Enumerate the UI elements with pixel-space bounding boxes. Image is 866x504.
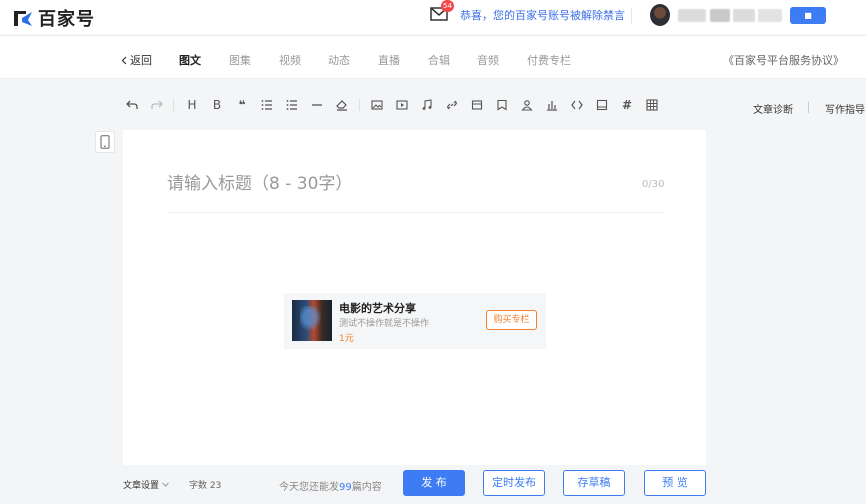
avatar[interactable] xyxy=(650,4,670,26)
image-icon[interactable] xyxy=(369,96,385,114)
link-icon[interactable] xyxy=(444,96,460,114)
phone-icon xyxy=(100,135,110,149)
tab-audio[interactable]: 音频 xyxy=(477,52,499,68)
chevron-left-icon xyxy=(121,56,127,64)
remaining-number: 99 xyxy=(339,482,352,493)
user-menu-button[interactable]: ■ xyxy=(790,7,826,24)
tab-moments[interactable]: 动态 xyxy=(328,52,350,68)
toolbar-divider xyxy=(359,99,360,111)
redo-icon[interactable] xyxy=(149,96,165,114)
column-poster-image xyxy=(292,300,332,341)
blurred-username xyxy=(758,9,782,22)
buy-column-button[interactable]: 购买专栏 xyxy=(486,310,537,330)
code-icon[interactable] xyxy=(569,96,585,114)
remaining-suffix: 篇内容 xyxy=(351,482,382,493)
chart-icon[interactable] xyxy=(544,96,560,114)
article-settings-label: 文章设置 xyxy=(123,481,160,491)
ordered-list-icon[interactable] xyxy=(259,96,275,114)
heading-icon[interactable]: H xyxy=(184,96,200,114)
logo[interactable]: 百家号 xyxy=(12,5,95,31)
paid-column-card[interactable]: 电影的艺术分享 测试不操作就是不操作 1元 购买专栏 xyxy=(284,293,546,349)
divider xyxy=(631,8,632,24)
remaining-prefix: 今天您还能发 xyxy=(279,482,339,493)
logo-text: 百家号 xyxy=(38,9,95,30)
remaining-posts: 今天您还能发99篇内容 xyxy=(279,478,382,493)
title-divider xyxy=(167,212,663,213)
preview-button[interactable]: 预 览 xyxy=(644,470,706,496)
chevron-down-icon xyxy=(162,482,169,487)
tab-live[interactable]: 直播 xyxy=(378,52,400,68)
column-price: 1元 xyxy=(339,334,354,344)
baijiahao-logo-icon xyxy=(14,11,32,26)
schedule-publish-button[interactable]: 定时发布 xyxy=(483,470,545,496)
tab-collection[interactable]: 合辑 xyxy=(428,52,450,68)
title-count: 0/30 xyxy=(642,179,665,190)
column-description: 测试不操作就是不操作 xyxy=(339,319,430,329)
music-icon[interactable] xyxy=(419,96,435,114)
undo-icon[interactable] xyxy=(124,96,140,114)
bullet-list-icon[interactable] xyxy=(284,96,300,114)
back-button[interactable]: 返回 xyxy=(121,52,152,68)
eraser-icon[interactable] xyxy=(334,96,350,114)
blurred-username xyxy=(733,9,755,22)
word-count: 字数 23 xyxy=(189,481,222,491)
agreement-link[interactable]: 《百家号平台服务协议》 xyxy=(723,52,844,68)
nav-bar: 返回 图文 图集 视频 动态 直播 合辑 音频 付费专栏 《百家号平台服务协议》 xyxy=(0,35,866,79)
tab-paid-column[interactable]: 付费专栏 xyxy=(527,52,571,68)
column-title: 电影的艺术分享 xyxy=(339,302,416,315)
user-card-icon[interactable] xyxy=(519,96,535,114)
article-diagnose-button[interactable]: 文章诊断 xyxy=(753,101,793,116)
top-bar: 百家号 54 恭喜，您的百家号账号被解除禁言 ■ xyxy=(0,0,866,34)
card-icon[interactable] xyxy=(469,96,485,114)
bold-icon[interactable]: B xyxy=(209,96,225,114)
toolbar-divider xyxy=(173,99,174,111)
article-settings-dropdown[interactable]: 文章设置 xyxy=(123,478,169,491)
notice-link[interactable]: 恭喜，您的百家号账号被解除禁言 xyxy=(460,7,625,23)
bookmark-icon[interactable] xyxy=(494,96,510,114)
title-input[interactable] xyxy=(167,174,663,194)
horizontal-rule-icon[interactable] xyxy=(309,96,325,114)
tab-video[interactable]: 视频 xyxy=(279,52,301,68)
tab-gallery[interactable]: 图集 xyxy=(229,52,251,68)
tab-article[interactable]: 图文 xyxy=(179,52,201,68)
table-icon[interactable] xyxy=(644,96,660,114)
video-icon[interactable] xyxy=(394,96,410,114)
template-icon[interactable] xyxy=(594,96,610,114)
blurred-username xyxy=(678,9,706,22)
save-draft-button[interactable]: 存草稿 xyxy=(563,470,625,496)
quote-icon[interactable]: ❝ xyxy=(234,96,250,114)
editor-area[interactable]: 0/30 电影的艺术分享 测试不操作就是不操作 1元 购买专栏 xyxy=(123,130,706,465)
mail-badge: 54 xyxy=(441,0,454,12)
back-label: 返回 xyxy=(130,54,152,67)
mobile-preview-button[interactable] xyxy=(95,131,115,153)
publish-button[interactable]: 发 布 xyxy=(403,470,465,496)
hashtag-icon[interactable]: # xyxy=(619,96,635,114)
bottom-bar: 文章设置 字数 23 今天您还能发99篇内容 发 布 定时发布 存草稿 预 览 xyxy=(0,465,866,504)
writing-guide-button[interactable]: 写作指导 xyxy=(825,101,865,116)
blurred-username xyxy=(710,9,730,22)
divider xyxy=(808,102,809,113)
